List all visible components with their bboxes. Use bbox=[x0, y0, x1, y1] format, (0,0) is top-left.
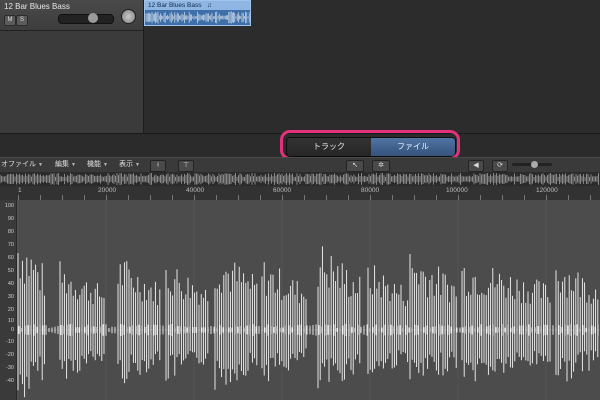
ruler-label: 120000 bbox=[536, 187, 558, 194]
sample-ruler[interactable]: 1 20000 40000 60000 80000 100000 120000 bbox=[0, 186, 600, 201]
menu-view[interactable]: 表示 ▼ bbox=[119, 158, 140, 172]
ruler-label: 40000 bbox=[186, 187, 205, 194]
menu-functions-label: 機能 bbox=[87, 161, 101, 168]
pan-knob[interactable] bbox=[121, 9, 136, 24]
chevron-down-icon: ▼ bbox=[71, 162, 76, 168]
y-label: 60 bbox=[7, 255, 14, 261]
y-label: 80 bbox=[7, 229, 14, 235]
menu-file-label: オファイル bbox=[1, 161, 36, 168]
solo-button[interactable]: S bbox=[16, 15, 28, 26]
y-label: -20 bbox=[6, 352, 14, 358]
volume-slider-handle[interactable] bbox=[88, 13, 98, 23]
chevron-down-icon: ▼ bbox=[38, 162, 43, 168]
chevron-down-icon: ▼ bbox=[103, 162, 108, 168]
gear-tool-icon[interactable]: ✲ bbox=[372, 160, 390, 172]
volume-handle[interactable] bbox=[531, 161, 538, 168]
y-label: 0 bbox=[10, 327, 14, 333]
highlight-annotation bbox=[280, 130, 460, 160]
ruler-label: 80000 bbox=[361, 187, 380, 194]
amplitude-axis: 100 90 80 70 60 50 40 30 20 10 0 -10 -20… bbox=[0, 200, 17, 400]
split-tool-icon[interactable]: ⟊ bbox=[150, 160, 166, 172]
menu-file[interactable]: オファイル ▼ bbox=[1, 158, 43, 172]
waveform-display[interactable] bbox=[0, 200, 600, 400]
ruler-label: 20000 bbox=[98, 187, 117, 194]
y-label: 50 bbox=[7, 268, 14, 274]
menu-functions[interactable]: 機能 ▼ bbox=[87, 158, 108, 172]
pointer-tool-icon[interactable]: ↖ bbox=[346, 160, 364, 172]
y-label: 90 bbox=[7, 216, 14, 222]
y-label: -40 bbox=[6, 378, 14, 384]
speaker-icon[interactable]: ◀ bbox=[468, 160, 484, 172]
filter-tool-icon[interactable]: ⊤ bbox=[178, 160, 194, 172]
menu-edit[interactable]: 編集 ▼ bbox=[55, 158, 76, 172]
y-label: 20 bbox=[7, 307, 14, 313]
y-label: 30 bbox=[7, 294, 14, 300]
region-label: 12 Bar Blues Bass bbox=[148, 2, 202, 9]
track-row[interactable]: 12 Bar Blues Bass M S bbox=[0, 0, 143, 31]
loop-icon: ♫ bbox=[207, 2, 212, 9]
chevron-down-icon: ▼ bbox=[135, 162, 140, 168]
y-label: 100 bbox=[4, 203, 14, 209]
region-waveform bbox=[145, 11, 250, 24]
waveform-overview[interactable] bbox=[0, 172, 600, 187]
mute-button[interactable]: M bbox=[4, 15, 16, 26]
region-title-bar: 12 Bar Blues Bass ♫ bbox=[145, 1, 250, 10]
menu-edit-label: 編集 bbox=[55, 161, 69, 168]
y-label: -30 bbox=[6, 365, 14, 371]
ruler-label: 100000 bbox=[446, 187, 468, 194]
y-label: 70 bbox=[7, 242, 14, 248]
ruler-label: 1 bbox=[18, 187, 22, 194]
audio-region[interactable]: 12 Bar Blues Bass ♫ bbox=[144, 0, 251, 26]
editor-menubar: オファイル ▼ 編集 ▼ 機能 ▼ 表示 ▼ ⟊ ⊤ ↖ ✲ ◀ ⟳ bbox=[0, 157, 600, 173]
y-label: 10 bbox=[7, 318, 14, 324]
cycle-icon[interactable]: ⟳ bbox=[492, 160, 508, 172]
ruler-label: 60000 bbox=[273, 187, 292, 194]
menu-view-label: 表示 bbox=[119, 161, 133, 168]
y-label: 40 bbox=[7, 281, 14, 287]
volume-slider[interactable] bbox=[58, 14, 114, 24]
y-label: -10 bbox=[6, 339, 14, 345]
track-name: 12 Bar Blues Bass bbox=[4, 2, 70, 11]
